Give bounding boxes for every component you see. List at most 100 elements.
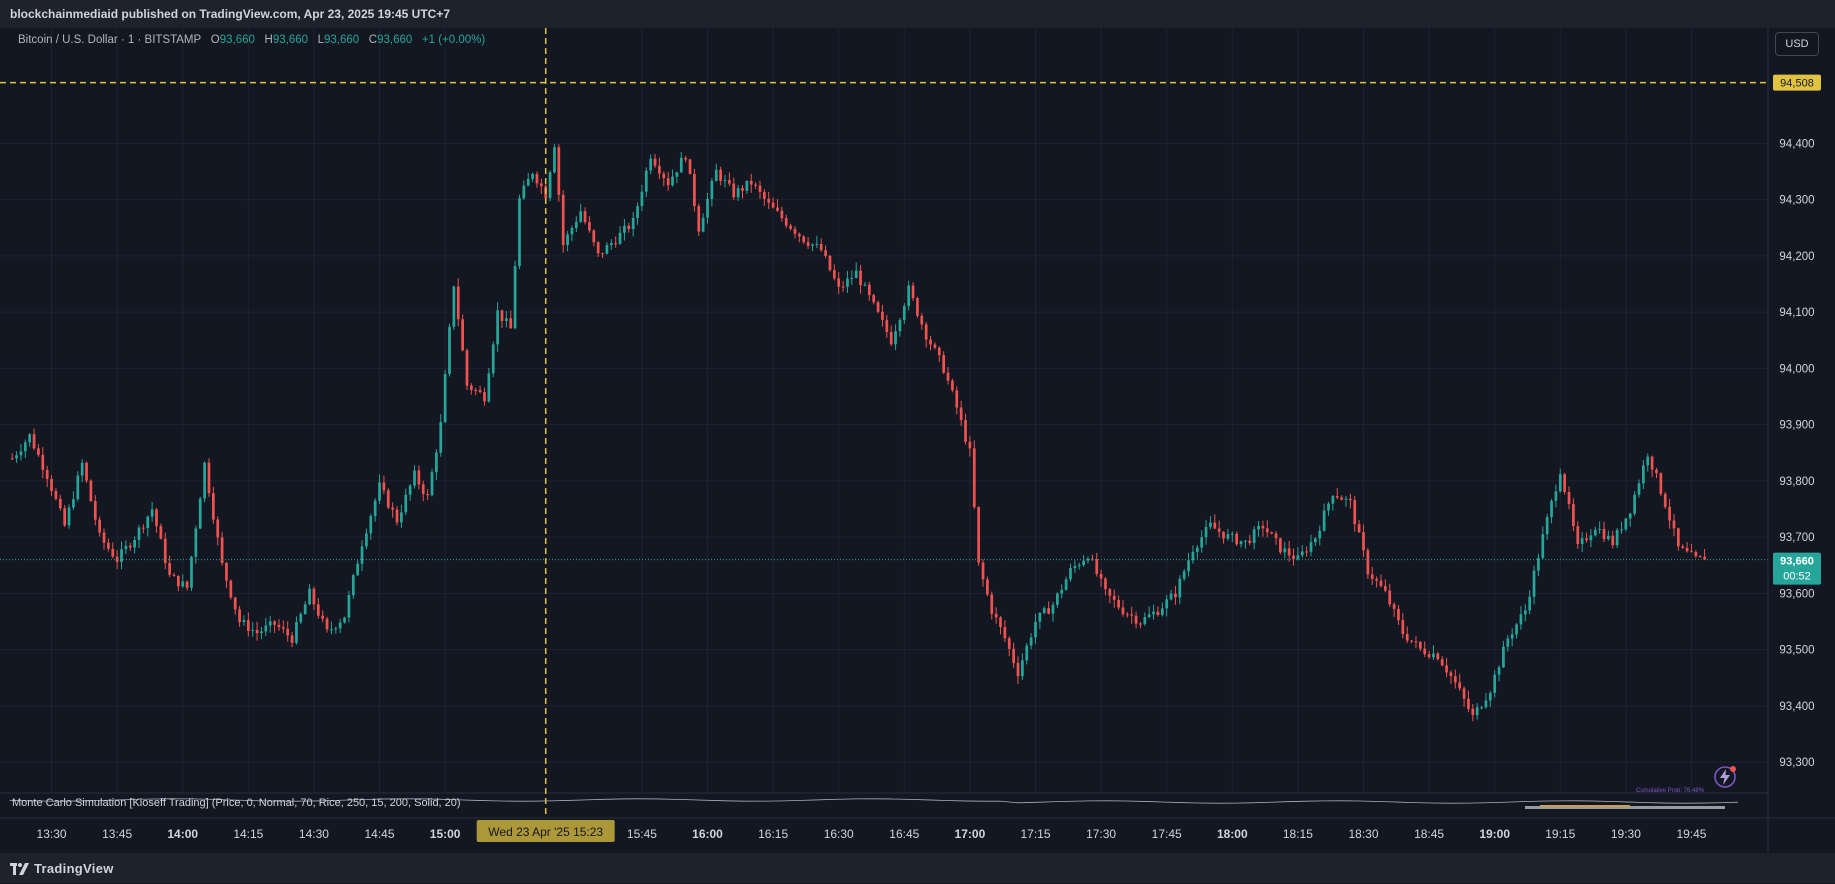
price-axis-bg: [1768, 28, 1835, 853]
candle-body: [1432, 653, 1435, 658]
candle: [1086, 556, 1090, 564]
candle: [216, 516, 220, 546]
candle-body: [1423, 648, 1427, 655]
time-tick-label: 16:30: [824, 827, 854, 841]
candle: [1379, 574, 1383, 588]
candle: [701, 213, 705, 233]
candle-body: [255, 629, 259, 634]
candle-body: [295, 622, 298, 643]
candle: [1655, 467, 1658, 479]
candle-body: [1261, 525, 1265, 529]
candle: [1493, 670, 1497, 698]
candle-body: [1056, 593, 1059, 605]
candle: [1300, 545, 1304, 558]
candle-body: [1685, 547, 1689, 552]
candle-body: [1139, 623, 1142, 625]
candle-body: [706, 198, 709, 218]
candle-body: [1200, 537, 1204, 548]
candle: [1139, 621, 1142, 629]
candle-body: [728, 180, 731, 184]
candle: [876, 300, 880, 314]
candle-body: [360, 546, 364, 564]
candle-body: [640, 191, 644, 207]
time-axis[interactable]: 13:30 13:45 14:00 14:15 14:30 14:45 15:00 15:45…: [0, 817, 1835, 841]
candle: [1279, 537, 1282, 555]
candle: [124, 540, 128, 555]
candle: [1309, 534, 1313, 557]
candle-body: [526, 178, 530, 186]
candle-body: [784, 218, 788, 226]
candle: [128, 542, 132, 551]
candle: [1550, 498, 1553, 524]
candle-body: [754, 184, 757, 186]
tradingview-brand: TradingView: [34, 860, 114, 876]
price-axis[interactable]: 94,400 94,300 94,200 94,100 94,000 93,900 93,8…: [1767, 28, 1835, 853]
candle: [968, 436, 972, 457]
candle: [1357, 519, 1361, 533]
candle-body: [1147, 614, 1151, 618]
candle-body: [548, 172, 552, 199]
price-chart[interactable]: 94,400 94,300 94,200 94,100 94,000 93,900 93,8…: [0, 28, 1835, 853]
candle: [522, 180, 526, 200]
currency-button[interactable]: USD: [1775, 32, 1819, 56]
candle-body: [1060, 589, 1064, 594]
candle: [1580, 531, 1584, 553]
candle-body: [972, 448, 976, 508]
candle: [706, 192, 709, 224]
candle: [784, 214, 788, 229]
candle-body: [1545, 517, 1549, 535]
candle: [1169, 589, 1173, 601]
candle: [539, 178, 543, 195]
symbol-legend: Bitcoin / U.S. Dollar · 1 · BITSTAMP O93…: [18, 34, 485, 46]
candle-body: [802, 236, 806, 243]
candle-body: [443, 374, 447, 422]
candle-body: [50, 479, 53, 491]
indicator-label[interactable]: Monte Carlo Simulation [Kioseff Trading]…: [12, 797, 461, 809]
candle-body: [299, 614, 303, 623]
bolt-icon[interactable]: [1712, 764, 1738, 790]
candle-body: [229, 580, 233, 598]
candle: [697, 203, 701, 236]
candle-body: [1484, 700, 1488, 708]
candle: [824, 245, 827, 259]
candle: [1698, 555, 1702, 558]
candle-body: [1086, 558, 1090, 561]
candle: [1611, 530, 1615, 549]
candle: [1095, 552, 1099, 577]
candle: [1467, 690, 1470, 713]
candle-body: [789, 225, 792, 229]
candle-body: [23, 442, 27, 452]
candle-body: [1410, 640, 1413, 642]
candle-body: [854, 270, 858, 278]
candle-body: [1335, 496, 1339, 498]
candle: [714, 163, 718, 182]
candle: [920, 313, 924, 330]
candle-body: [1467, 698, 1470, 709]
time-tick-label: 19:00: [1479, 827, 1510, 841]
candle-body: [1633, 494, 1636, 514]
price-tick-label: 93,800: [1779, 476, 1814, 488]
tradingview-logo[interactable]: TradingView: [10, 854, 114, 884]
candle-body: [400, 512, 403, 523]
candle: [732, 177, 736, 201]
candle: [885, 315, 889, 338]
candle-body: [203, 462, 206, 499]
candle-body: [1112, 595, 1116, 600]
candle-body: [1401, 620, 1405, 635]
candle-body: [697, 206, 701, 232]
candle: [1497, 665, 1501, 682]
candle: [509, 310, 513, 329]
candle: [1174, 585, 1177, 605]
candle-body: [797, 233, 801, 237]
candle: [526, 172, 530, 187]
time-tick-label: 16:15: [758, 827, 788, 841]
candle: [325, 616, 329, 633]
candle: [662, 171, 666, 187]
candle-body: [1510, 634, 1514, 639]
time-tick-label: 17:45: [1152, 827, 1182, 841]
candle: [640, 184, 644, 212]
candle-body: [63, 508, 67, 526]
candle: [452, 285, 456, 331]
candle-body: [1458, 682, 1462, 689]
candle-body: [929, 339, 932, 345]
